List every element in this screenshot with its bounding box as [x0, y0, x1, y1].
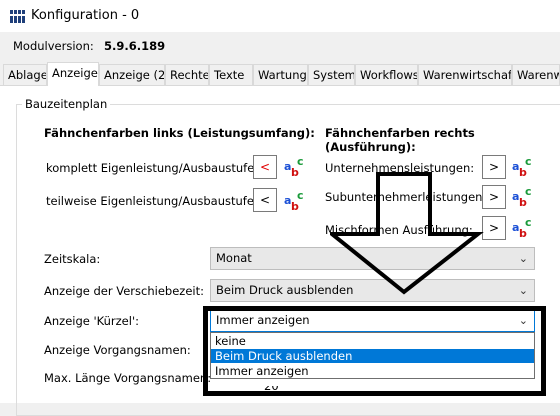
tab-anzeige[interactable]: Anzeige	[47, 62, 99, 86]
tab-wartung[interactable]: Wartung	[253, 64, 308, 85]
window-title: Konfiguration - 0	[31, 8, 140, 23]
app-icon	[10, 10, 25, 23]
left-row-label: teilweise Eigenleistung/Ausbaustufe:	[46, 194, 258, 208]
annotation-arrow	[330, 172, 484, 295]
color-symbol-box[interactable]: >	[482, 155, 506, 179]
max-laenge-label: Max. Länge Vorgangsnamen:	[44, 371, 212, 385]
color-symbol-box[interactable]: >	[482, 216, 506, 240]
modulversion-label: Modulversion:	[13, 39, 94, 53]
vorgangsnamen-label: Anzeige Vorgangsnamen:	[44, 343, 191, 357]
chevron-down-icon: ⌄	[518, 252, 528, 265]
tab-rechte[interactable]: Rechte	[165, 64, 209, 85]
color-symbol-box[interactable]: >	[482, 185, 506, 209]
kuerzel-label: Anzeige 'Kürzel':	[44, 314, 139, 328]
verschiebezeit-label: Anzeige der Verschiebezeit:	[44, 284, 204, 298]
tab-texte[interactable]: Texte	[209, 64, 253, 85]
tab-system[interactable]: System	[308, 64, 355, 85]
annotation-highlight-box	[203, 306, 546, 396]
zeitskala-value: Monat	[216, 251, 252, 265]
tab-ablage[interactable]: Ablage	[3, 64, 47, 85]
abc-color-icon[interactable]: a b c	[511, 155, 533, 179]
right-header: Fähnchenfarben rechts (Ausführung):	[325, 126, 475, 154]
tab-anzeige-2[interactable]: Anzeige (2)	[99, 64, 165, 85]
abc-color-icon[interactable]: a b c	[283, 155, 305, 179]
tab-workflows[interactable]: Workflows	[355, 64, 418, 85]
zeitskala-label: Zeitskala:	[44, 252, 101, 266]
group-title: Bauzeitenplan	[22, 97, 111, 111]
tab-bar: Ablage Anzeige Anzeige (2) Rechte Texte …	[0, 62, 560, 86]
color-symbol-box[interactable]: <	[253, 188, 277, 212]
modulversion-value: 5.9.6.189	[104, 39, 166, 53]
left-row-label: komplett Eigenleistung/Ausbaustufe:	[46, 161, 259, 175]
abc-color-icon[interactable]: a b c	[283, 189, 305, 213]
left-header: Fähnchenfarben links (Leistungsumfang):	[44, 126, 315, 140]
tab-warenwirtschaft[interactable]: Warenwirtschaft	[418, 64, 512, 85]
color-symbol-box[interactable]: <	[253, 155, 277, 179]
chevron-down-icon: ⌄	[518, 284, 528, 297]
abc-color-icon[interactable]: a b c	[511, 216, 533, 240]
abc-color-icon[interactable]: a b c	[511, 185, 533, 209]
tab-warenw[interactable]: Warenw	[512, 64, 560, 85]
